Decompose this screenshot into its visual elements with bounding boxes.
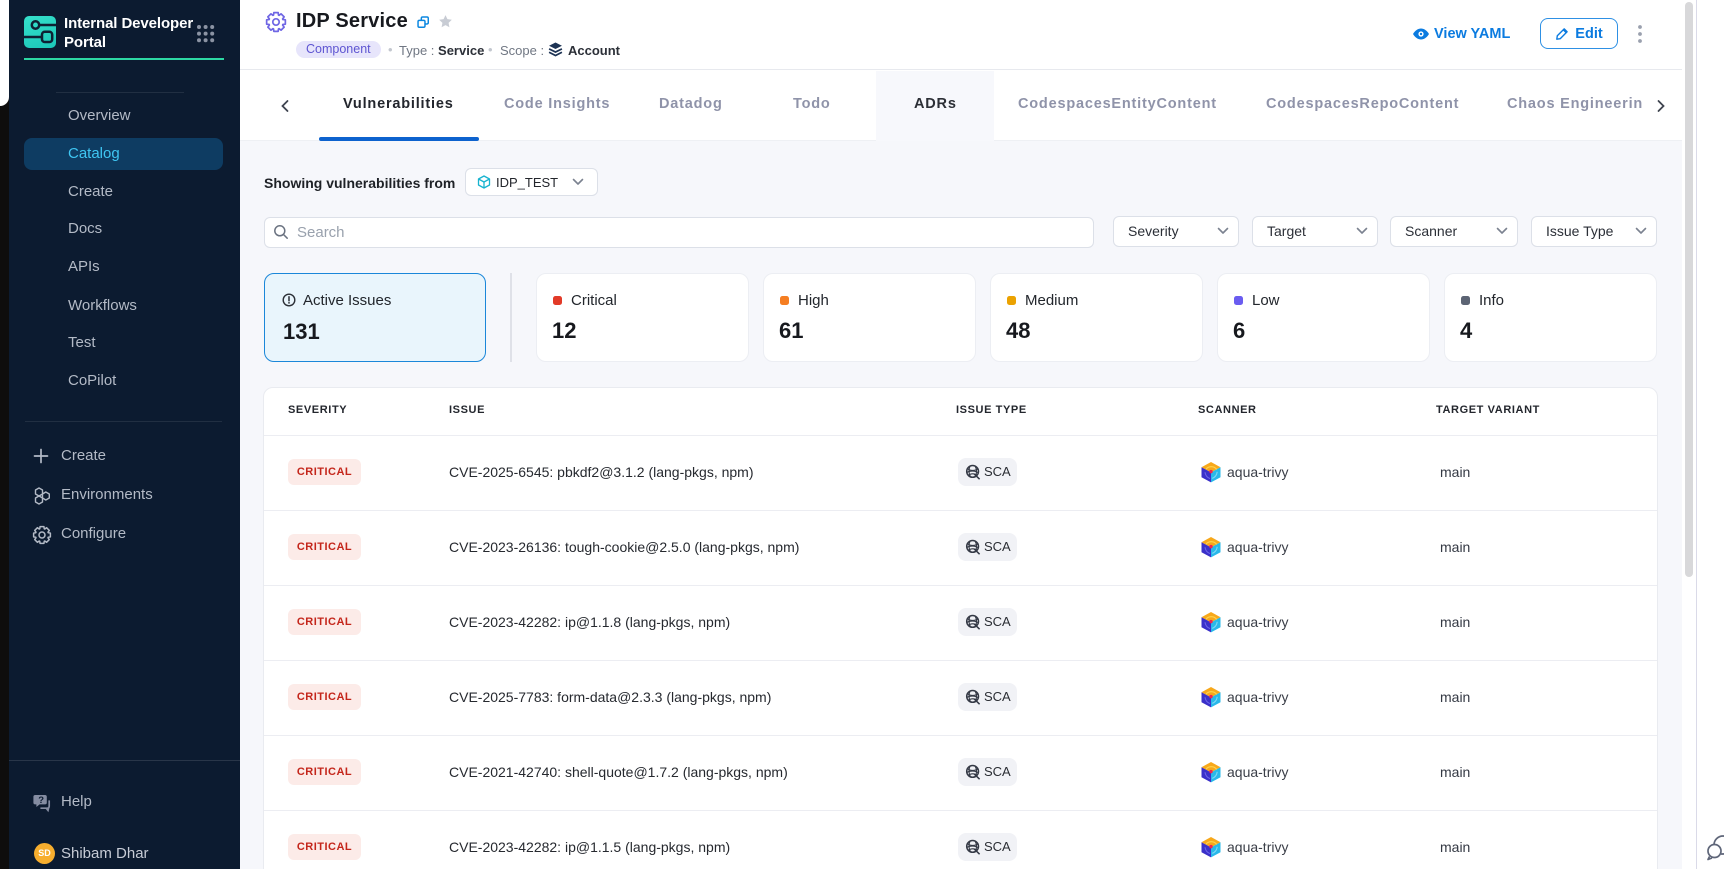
svg-text:?: ? [38,795,44,806]
